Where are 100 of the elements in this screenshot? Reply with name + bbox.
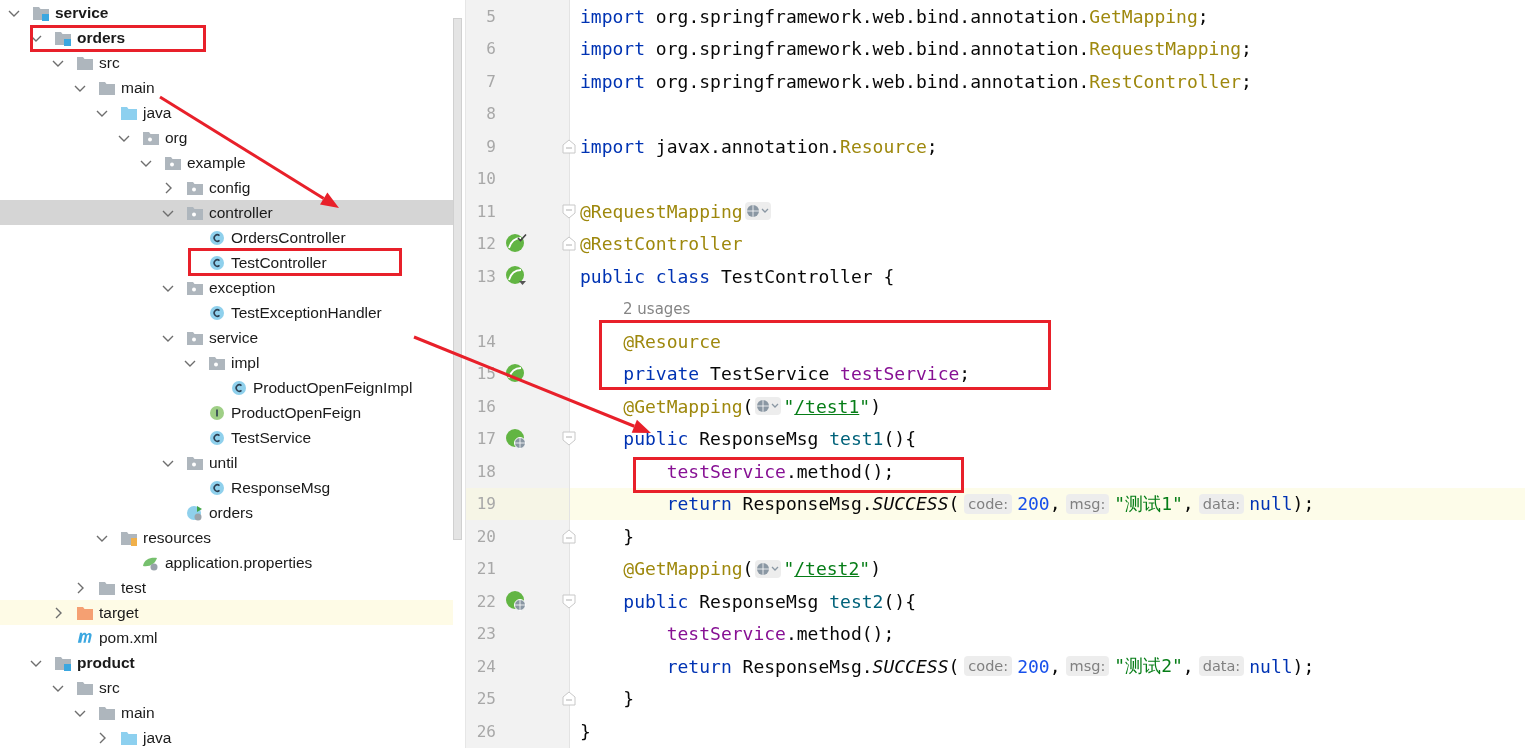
- code-token: ResponseMsg: [698, 590, 820, 612]
- code-token: /test2: [794, 558, 860, 580]
- code-token: ;: [959, 363, 971, 385]
- code-token: return: [665, 493, 732, 515]
- module-folder-icon: [54, 654, 72, 671]
- leaf-badge-icon[interactable]: [505, 265, 527, 288]
- code-token: TestController {: [719, 265, 895, 287]
- code-token: ,: [1182, 493, 1194, 515]
- class-icon: [208, 304, 226, 321]
- tree-item[interactable]: resources: [0, 525, 453, 550]
- globe-dropdown-icon[interactable]: [744, 201, 771, 222]
- globe-badge-icon[interactable]: [505, 590, 527, 613]
- resource-folder-icon: [120, 529, 138, 546]
- line-number: 25: [475, 689, 496, 709]
- code-token: TestService: [709, 363, 831, 385]
- line-number: 13: [475, 266, 496, 286]
- tree-item[interactable]: main: [0, 75, 453, 100]
- line-number: 7: [485, 71, 496, 91]
- tree-item[interactable]: until: [0, 450, 453, 475]
- leaf-badge-icon[interactable]: [505, 362, 527, 385]
- tree-item[interactable]: OrdersController: [0, 225, 453, 250]
- code-token: testService: [665, 460, 786, 482]
- code-token: @RestController: [580, 233, 743, 255]
- tree-item[interactable]: pom.xml: [0, 625, 453, 650]
- usages-hint[interactable]: 2 usages: [570, 299, 691, 318]
- code-token: import: [580, 135, 646, 157]
- code-token: 200: [1017, 493, 1050, 515]
- code-token: org.springframework.web.bind.annotation.: [654, 38, 1090, 60]
- tree-item[interactable]: src: [0, 50, 453, 75]
- parameter-hint: code:: [964, 656, 1013, 677]
- tree-item[interactable]: controller: [0, 200, 453, 225]
- tree-item[interactable]: ResponseMsg: [0, 475, 453, 500]
- folder-icon: [98, 704, 116, 721]
- code-token: org.springframework.web.bind.annotation.: [654, 70, 1090, 92]
- tree-item[interactable]: TestService: [0, 425, 453, 450]
- code-token: test1: [829, 428, 884, 450]
- line-number: 21: [475, 559, 496, 579]
- code-token: (: [742, 395, 754, 417]
- parameter-hint: code:: [964, 493, 1013, 514]
- parameter-hint: msg:: [1065, 656, 1110, 677]
- tree-item[interactable]: orders: [0, 500, 453, 525]
- code-token: testService: [840, 363, 960, 385]
- tree-item[interactable]: example: [0, 150, 453, 175]
- tree-item[interactable]: org: [0, 125, 453, 150]
- tree-item[interactable]: main: [0, 700, 453, 725]
- code-token: null: [1249, 655, 1293, 677]
- tree-item[interactable]: TestExceptionHandler: [0, 300, 453, 325]
- code-token: (: [948, 493, 960, 515]
- package-folder-icon: [186, 279, 204, 296]
- code-token: @Resource: [622, 330, 721, 352]
- globe-dropdown-icon[interactable]: [755, 396, 782, 417]
- tree-item[interactable]: config: [0, 175, 453, 200]
- tree-item[interactable]: orders: [0, 25, 453, 50]
- code-token: ;: [1197, 5, 1209, 27]
- tree-item[interactable]: application.properties: [0, 550, 453, 575]
- code-token: null: [1249, 493, 1293, 515]
- line-number: 8: [485, 104, 496, 124]
- tree-item[interactable]: impl: [0, 350, 453, 375]
- line-number: 23: [475, 624, 496, 644]
- tree-item[interactable]: ProductOpenFeign: [0, 400, 453, 425]
- code-token: org.springframework.web.bind.annotation.: [654, 5, 1090, 27]
- code-token: SUCCESS: [872, 655, 949, 677]
- code-token: ": [859, 558, 871, 580]
- globe-dropdown-icon[interactable]: [755, 558, 782, 579]
- tree-item[interactable]: java: [0, 725, 453, 748]
- code-token: ResponseMsg: [698, 428, 820, 450]
- folder-icon: [76, 679, 94, 696]
- code-token: public: [622, 590, 689, 612]
- tree-item[interactable]: test: [0, 575, 453, 600]
- globe-badge-icon[interactable]: [505, 427, 527, 450]
- code-token: test2: [829, 590, 884, 612]
- leaf-check-icon[interactable]: [505, 232, 527, 255]
- tree-item[interactable]: exception: [0, 275, 453, 300]
- tree-item[interactable]: ProductOpenFeignImpl: [0, 375, 453, 400]
- code-token: ;: [926, 135, 938, 157]
- code-token: import: [580, 5, 646, 27]
- tree-item[interactable]: src: [0, 675, 453, 700]
- code-token: ResponseMsg.: [741, 655, 873, 677]
- tree-item[interactable]: TestController: [0, 250, 453, 275]
- tree-item[interactable]: service: [0, 0, 453, 25]
- code-token: }: [622, 525, 635, 547]
- code-token: );: [1292, 493, 1315, 515]
- code-token: ": [859, 395, 871, 417]
- module-folder-icon: [54, 29, 72, 46]
- line-number: 26: [475, 721, 496, 741]
- tree-item[interactable]: target: [0, 600, 453, 625]
- parameter-hint: msg:: [1065, 493, 1110, 514]
- tree-item[interactable]: product: [0, 650, 453, 675]
- tree-item[interactable]: service: [0, 325, 453, 350]
- tree-item[interactable]: java: [0, 100, 453, 125]
- code-token: @RequestMapping: [580, 200, 743, 222]
- package-folder-icon: [186, 204, 204, 221]
- code-token: @GetMapping: [622, 558, 743, 580]
- code-token: ,: [1049, 655, 1061, 677]
- line-number: 6: [485, 39, 496, 59]
- code-token: ;: [1241, 38, 1252, 60]
- scrollbar[interactable]: [453, 18, 462, 540]
- package-folder-icon: [142, 129, 160, 146]
- line-number: 16: [475, 396, 496, 416]
- code-token: );: [1292, 655, 1315, 677]
